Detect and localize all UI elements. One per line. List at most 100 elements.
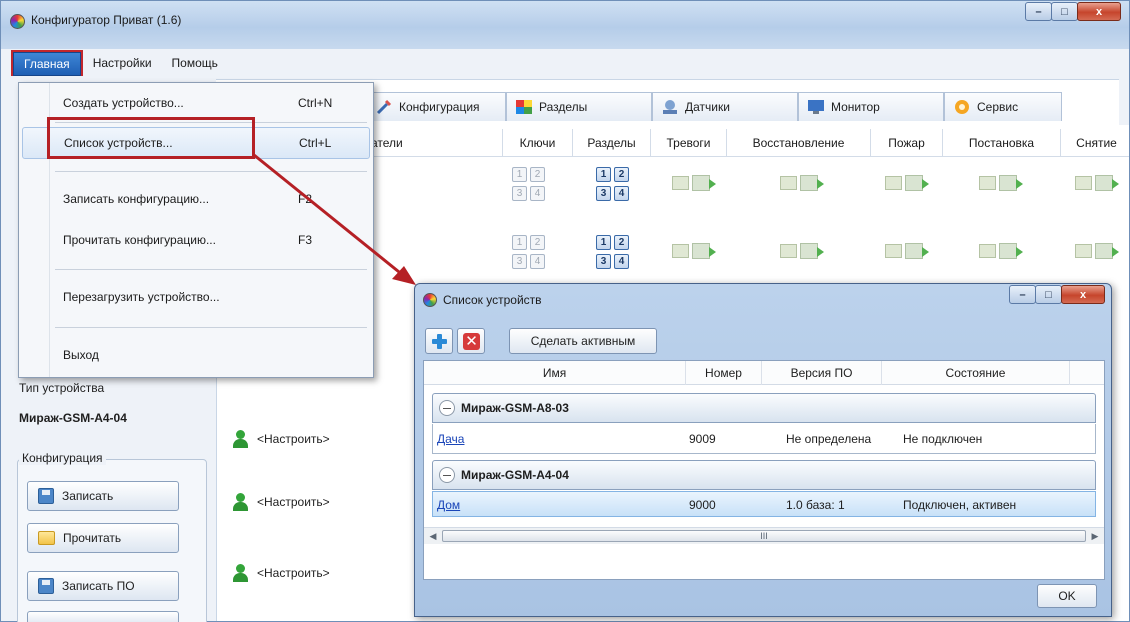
menu-item-label: Перезагрузить устройство... [63,290,220,304]
collapse-icon[interactable] [439,400,455,416]
user-row[interactable]: <Настроить> [233,492,330,512]
read-config-button[interactable]: Прочитать [27,523,179,553]
group-name: Мираж-GSM-A8-03 [461,401,569,415]
tab-sensors[interactable]: Датчики [652,92,798,121]
minimize-button[interactable]: – [1025,2,1052,21]
delete-device-button[interactable]: ✕ [457,328,485,354]
section-box[interactable]: 3 [596,186,611,201]
menu-main[interactable]: Главная [13,52,81,76]
scrollbar-thumb[interactable]: III [442,530,1086,542]
key-box[interactable]: 1 [512,235,527,250]
scroll-right-icon[interactable]: ▶ [1088,530,1102,542]
arm-notify-icon[interactable] [979,173,1023,193]
fire-notify-icon[interactable] [885,173,929,193]
device-name-link[interactable]: Дача [437,432,464,446]
ok-button[interactable]: OK [1037,584,1097,608]
key-box[interactable]: 1 [512,167,527,182]
disarm-notify-icon[interactable] [1075,173,1119,193]
key-box[interactable]: 4 [530,254,545,269]
fire-notify-icon[interactable] [885,241,929,261]
user-icon [233,564,248,582]
header-alarms[interactable]: Тревоги [650,129,726,157]
key-box[interactable]: 2 [530,235,545,250]
next-button-partial[interactable] [27,611,179,622]
column-firmware[interactable]: Версия ПО [762,361,882,385]
tab-monitor[interactable]: Монитор [798,92,944,121]
arm-notify-icon[interactable] [979,241,1023,261]
menu-item-shortcut: Ctrl+N [298,96,333,110]
tab-configuration[interactable]: Конфигурация [366,92,506,121]
delete-icon: ✕ [463,333,480,350]
maximize-button[interactable]: □ [1051,2,1078,21]
device-name-link[interactable]: Дом [437,498,460,512]
header-keys[interactable]: Ключи [502,129,572,157]
alarm-notify-icon[interactable] [672,241,716,261]
device-firmware: Не определена [786,432,872,446]
user-configure-link[interactable]: <Настроить> [257,432,330,446]
header-sections[interactable]: Разделы [572,129,650,157]
key-box[interactable]: 4 [530,186,545,201]
device-row[interactable]: Дача 9009 Не определена Не подключен [432,424,1096,454]
user-icon [233,493,248,511]
dialog-close-button[interactable]: x [1061,285,1105,304]
column-number[interactable]: Номер [686,361,762,385]
horizontal-scrollbar[interactable]: ◀ III ▶ [424,527,1104,544]
key-box[interactable]: 3 [512,186,527,201]
section-box[interactable]: 1 [596,167,611,182]
menu-exit[interactable]: Выход [22,339,370,371]
section-box[interactable]: 2 [614,235,629,250]
menu-item-label: Записать конфигурацию... [63,192,210,206]
tab-sections[interactable]: Разделы [506,92,652,121]
menu-reboot-device[interactable]: Перезагрузить устройство... [22,281,370,313]
device-group-header[interactable]: Мираж-GSM-A8-03 [432,393,1096,423]
dialog-maximize-button[interactable]: □ [1035,285,1062,304]
menu-help[interactable]: Помощь [162,52,228,76]
scroll-left-icon[interactable]: ◀ [426,530,440,542]
collapse-icon[interactable] [439,467,455,483]
sections-icon [516,100,532,114]
user-configure-link[interactable]: <Настроить> [257,495,330,509]
restore-notify-icon[interactable] [780,173,824,193]
key-box[interactable]: 2 [530,167,545,182]
plus-icon [432,334,447,349]
header-arm[interactable]: Постановка [942,129,1060,157]
section-box[interactable]: 4 [614,254,629,269]
column-status[interactable]: Состояние [882,361,1070,385]
close-button[interactable]: x [1077,2,1121,21]
user-row[interactable]: <Настроить> [233,429,330,449]
tab-label: Монитор [831,100,880,114]
menu-create-device[interactable]: Создать устройство... Ctrl+N [22,87,370,119]
window-title: Конфигуратор Приват (1.6) [31,13,182,27]
tab-service[interactable]: Сервис [944,92,1062,121]
monitor-icon [808,100,824,114]
menu-settings[interactable]: Настройки [83,52,162,76]
sensors-icon [663,100,677,114]
make-active-button[interactable]: Сделать активным [509,328,657,354]
device-group-header[interactable]: Мираж-GSM-A4-04 [432,460,1096,490]
device-row-selected[interactable]: Дом 9000 1.0 база: 1 Подключен, активен [432,491,1096,517]
section-box[interactable]: 2 [614,167,629,182]
save-disk-icon [38,578,54,594]
dialog-minimize-button[interactable]: – [1009,285,1036,304]
menu-write-config[interactable]: Записать конфигурацию... F2 [22,183,370,215]
section-box[interactable]: 1 [596,235,611,250]
app-logo-icon [10,14,25,29]
write-firmware-button[interactable]: Записать ПО [27,571,179,601]
key-box[interactable]: 3 [512,254,527,269]
alarm-notify-icon[interactable] [672,173,716,193]
column-name[interactable]: Имя [424,361,686,385]
write-config-button[interactable]: Записать [27,481,179,511]
section-box[interactable]: 3 [596,254,611,269]
header-disarm[interactable]: Снятие [1060,129,1130,157]
header-restore[interactable]: Восстановление [726,129,870,157]
header-fire[interactable]: Пожар [870,129,942,157]
header-users: атели [371,136,403,150]
dialog-toolbar: ✕ Сделать активным [423,326,1103,356]
user-row[interactable]: <Настроить> [233,563,330,583]
disarm-notify-icon[interactable] [1075,241,1119,261]
menu-read-config[interactable]: Прочитать конфигурацию... F3 [22,224,370,256]
section-box[interactable]: 4 [614,186,629,201]
user-configure-link[interactable]: <Настроить> [257,566,330,580]
add-device-button[interactable] [425,328,453,354]
restore-notify-icon[interactable] [780,241,824,261]
